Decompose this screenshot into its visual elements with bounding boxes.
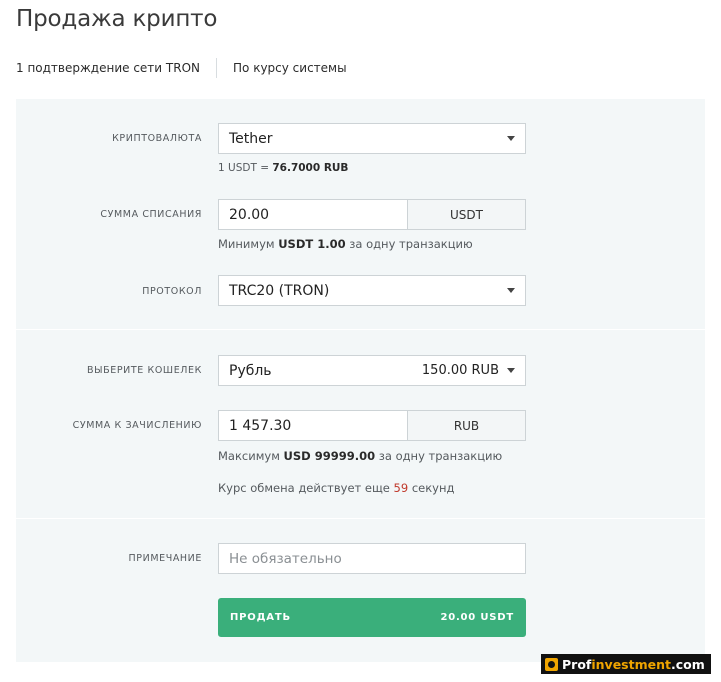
max-prefix: Максимум [218,449,284,463]
chevron-down-icon [507,368,515,373]
rate-mode-info: По курсу системы [233,61,347,75]
protocol-label: ПРОТОКОЛ [142,286,202,297]
wallet-label: ВЫБЕРИТЕ КОШЕЛЕК [87,365,202,376]
watermark-text-2: investment [591,656,671,672]
protocol-selected-value: TRC20 (TRON) [229,282,330,299]
confirmations-info: 1 подтверждение сети TRON [16,61,201,75]
credit-currency-addon: RUB [408,410,526,441]
section-divider [16,518,705,519]
sell-button[interactable]: ПРОДАТЬ 20.00 USDT [218,598,526,637]
sell-form-panel: КРИПТОВАЛЮТА Tether 1 USDT = 76.7000 RUB… [16,99,705,662]
countdown-suffix: секунд [408,481,455,495]
sell-button-label: ПРОДАТЬ [230,612,291,623]
max-suffix: за одну транзакцию [375,449,503,463]
wallet-selected-value: Рубль [229,362,272,379]
wallet-balance: 150.00 RUB [421,363,499,378]
protocol-select[interactable]: TRC20 (TRON) [218,275,526,306]
min-prefix: Минимум [218,237,279,251]
countdown-seconds: 59 [393,481,409,495]
rate-value: 76.7000 RUB [272,162,349,174]
min-value: USDT 1.00 [278,237,346,251]
min-suffix: за одну транзакцию [345,237,473,251]
watermark-text-1: Prof [562,656,592,672]
note-input[interactable] [218,543,526,574]
chevron-down-icon [507,288,515,293]
watermark-logo-icon [545,657,558,671]
credit-maximum-hint: Максимум USD 99999.00 за одну транзакцию [218,449,502,463]
debit-currency-addon: USDT [408,199,526,230]
credit-amount-input[interactable]: 1 457.30 [218,410,408,441]
section-divider [16,329,705,330]
rate-prefix: 1 USDT = [218,162,273,174]
wallet-select[interactable]: Рубль 150.00 RUB [218,355,526,386]
watermark: Prof investment .com [541,654,711,674]
countdown-prefix: Курс обмена действует еще [218,481,394,495]
sell-button-amount: 20.00 USDT [440,612,514,623]
chevron-down-icon [507,136,515,141]
debit-minimum-hint: Минимум USDT 1.00 за одну транзакцию [218,237,473,251]
debit-amount-label: СУММА СПИСАНИЯ [100,209,202,220]
info-separator [216,58,218,78]
credit-amount-label: СУММА К ЗАЧИСЛЕНИЮ [72,420,202,431]
page-title: Продажа крипто [16,6,218,32]
note-label: ПРИМЕЧАНИЕ [128,553,202,564]
debit-amount-group: 20.00 USDT [218,199,526,230]
debit-amount-input[interactable]: 20.00 [218,199,408,230]
info-bar: 1 подтверждение сети TRON По курсу систе… [16,58,347,78]
exchange-rate-hint: 1 USDT = 76.7000 RUB [218,162,348,174]
crypto-selected-value: Tether [229,130,273,147]
max-value: USD 99999.00 [283,449,376,463]
rate-countdown: Курс обмена действует еще 59 секунд [218,481,454,495]
crypto-select[interactable]: Tether [218,123,526,154]
credit-amount-group: 1 457.30 RUB [218,410,526,441]
crypto-label: КРИПТОВАЛЮТА [112,133,202,144]
watermark-text-3: .com [670,656,705,672]
